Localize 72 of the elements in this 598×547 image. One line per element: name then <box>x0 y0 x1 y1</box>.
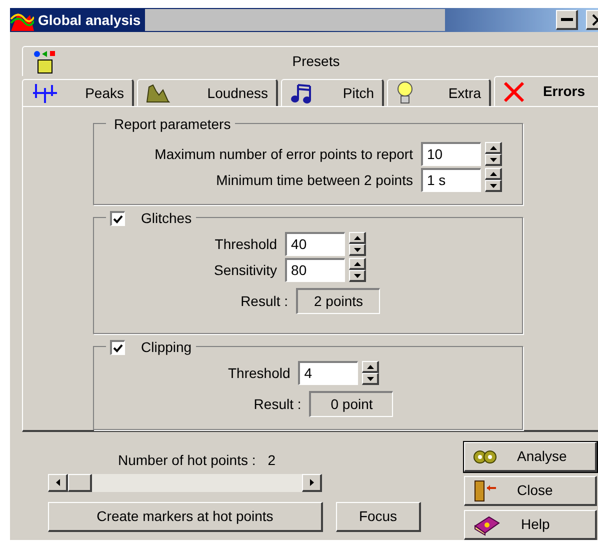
spin-down-button[interactable] <box>485 180 502 192</box>
right-arrow-icon <box>310 479 314 486</box>
down-arrow-icon <box>490 158 496 162</box>
peaks-icon <box>31 82 59 104</box>
gears-icon <box>473 448 497 466</box>
focus-button[interactable]: Focus <box>336 502 421 532</box>
group-title: Glitches <box>140 209 192 228</box>
result-display: 2 points <box>296 288 380 314</box>
field-label: Threshold <box>214 234 278 254</box>
tab[interactable]: Extra <box>387 79 491 106</box>
hot-points-label: Number of hot points : <box>118 451 256 470</box>
close-button[interactable]: Close <box>464 476 597 506</box>
spin-up-button[interactable] <box>349 258 366 270</box>
scroll-right-button[interactable] <box>302 474 322 492</box>
up-arrow-icon <box>354 236 361 240</box>
checkbox[interactable] <box>110 211 125 226</box>
spin-up-button[interactable] <box>349 232 366 244</box>
spin-field[interactable]: 10 <box>421 142 481 166</box>
hot-points-count: 2 <box>268 451 276 470</box>
spin-field[interactable]: 80 <box>285 258 346 282</box>
up-arrow-icon <box>366 364 374 369</box>
down-arrow-icon <box>354 248 361 252</box>
minimize-button[interactable] <box>556 10 578 30</box>
field-label: Threshold <box>228 364 290 383</box>
presets-tab[interactable]: Presets <box>22 46 598 76</box>
left-arrow-icon <box>56 479 60 486</box>
up-arrow-icon <box>490 146 496 150</box>
help-button[interactable]: Help <box>464 510 597 540</box>
spin-up-button[interactable] <box>362 361 380 374</box>
result-display: 0 point <box>309 391 394 418</box>
tab[interactable]: Peaks <box>22 79 134 106</box>
help-book-icon <box>473 514 501 536</box>
minimize-icon <box>560 18 572 21</box>
scroll-left-button[interactable] <box>48 474 68 492</box>
field-label: Sensitivity <box>214 260 278 280</box>
window-title: Global analysis <box>37 10 142 30</box>
scroll-thumb[interactable] <box>68 474 92 492</box>
scrollbar[interactable] <box>48 474 322 492</box>
spin-up-button[interactable] <box>485 142 502 154</box>
group-title: Report parameters <box>113 115 231 134</box>
up-arrow-icon <box>354 262 361 266</box>
field-label: Maximum number of error points to report <box>154 144 413 164</box>
light-bulb-icon <box>396 81 414 105</box>
tab[interactable]: Errors <box>494 76 598 106</box>
spin-down-button[interactable] <box>485 154 502 166</box>
spin-down-button[interactable] <box>362 373 380 386</box>
down-arrow-icon <box>490 184 496 188</box>
spin-field[interactable]: 4 <box>298 361 358 386</box>
music-notes-icon <box>290 82 314 104</box>
field-label: Minimum time between 2 points <box>216 170 413 190</box>
spin-down-button[interactable] <box>349 270 366 282</box>
up-arrow-icon <box>490 172 496 176</box>
down-arrow-icon <box>366 376 374 381</box>
presets-box-icon <box>33 50 57 74</box>
check-icon <box>113 214 123 224</box>
analyse-button[interactable]: Analyse <box>464 442 597 472</box>
spin-down-button[interactable] <box>349 244 366 256</box>
down-arrow-icon <box>354 274 361 278</box>
spin-field[interactable]: 1 s <box>421 168 481 192</box>
spin-field[interactable]: 40 <box>285 232 346 256</box>
waveform-icon <box>146 83 170 103</box>
create-markers-button[interactable]: Create markers at hot points <box>48 502 323 532</box>
spin-up-button[interactable] <box>485 168 502 180</box>
door-exit-icon <box>473 480 497 502</box>
checkbox[interactable] <box>110 340 125 356</box>
tab[interactable]: Pitch <box>281 79 384 106</box>
tab[interactable]: Loudness <box>137 79 278 106</box>
cross-icon <box>503 80 525 102</box>
check-icon <box>113 344 123 353</box>
result-label: Result : <box>240 292 288 311</box>
result-label: Result : <box>254 394 302 414</box>
group-title: Clipping <box>140 338 192 358</box>
